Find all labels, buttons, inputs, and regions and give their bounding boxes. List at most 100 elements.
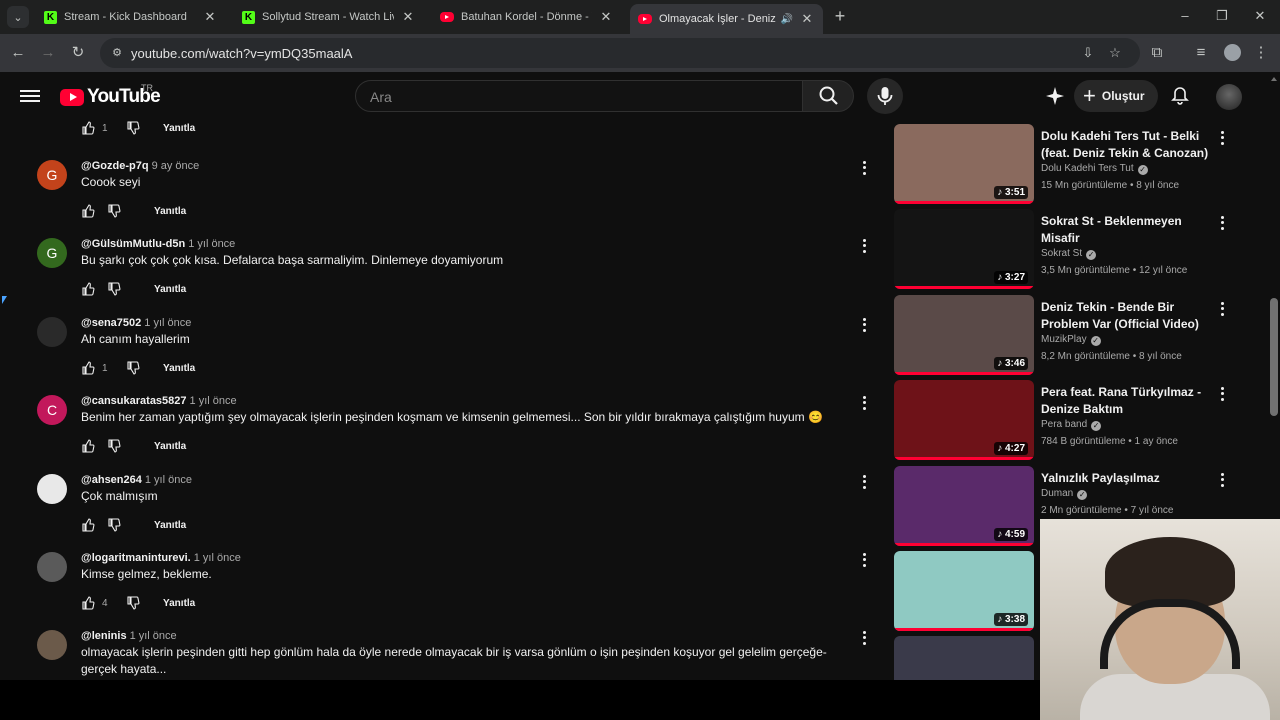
dislike-icon[interactable] xyxy=(126,121,140,135)
video-more-icon[interactable] xyxy=(1216,386,1228,402)
close-icon[interactable]: ✕ xyxy=(598,9,614,25)
recommended-video[interactable]: ♪ 3:51 Dolu Kadehi Ters Tut - Belki (feat… xyxy=(894,124,1234,204)
commenter-avatar[interactable] xyxy=(37,317,67,347)
video-more-icon[interactable] xyxy=(1216,215,1228,231)
like-icon[interactable] xyxy=(81,596,95,610)
video-title[interactable]: Deniz Tekin - Bende Bir Problem Var (Off… xyxy=(1041,299,1217,333)
reload-icon[interactable]: ↻ xyxy=(67,42,89,64)
create-button[interactable]: + Oluştur xyxy=(1074,80,1158,112)
tab-youtube-donme[interactable]: Batuhan Kordel - Dönme - YouTube ✕ xyxy=(432,4,622,30)
reply-button[interactable]: Yanıtla xyxy=(163,363,195,374)
install-app-icon[interactable]: ⇩ xyxy=(1080,45,1096,61)
comment-author[interactable]: @Gozde-p7q xyxy=(81,160,149,172)
video-thumbnail[interactable]: ♪ 4:59 xyxy=(894,466,1034,546)
comment-more-icon[interactable] xyxy=(858,474,870,490)
dislike-icon[interactable] xyxy=(107,282,121,296)
close-icon[interactable]: ✕ xyxy=(400,9,416,25)
search-input[interactable] xyxy=(370,87,790,107)
recommended-video[interactable]: ♪ 3:27 Sokrat St - Beklenmeyen Misafir Sok… xyxy=(894,209,1234,289)
like-icon[interactable] xyxy=(81,518,95,532)
video-title[interactable]: Sokrat St - Beklenmeyen Misafir xyxy=(1041,213,1217,247)
comment-time[interactable]: 1 yıl önce xyxy=(194,552,241,564)
commenter-avatar[interactable]: C xyxy=(37,395,67,425)
profile-avatar-icon[interactable] xyxy=(1224,44,1241,61)
like-icon[interactable] xyxy=(81,361,95,375)
channel-name[interactable]: Dolu Kadehi Ters Tut ✓ xyxy=(1041,163,1148,175)
recommended-video[interactable]: ♪ 3:46 Deniz Tekin - Bende Bir Problem Va… xyxy=(894,295,1234,375)
menu-icon[interactable] xyxy=(20,87,40,105)
comment-author[interactable]: @sena7502 xyxy=(81,317,141,329)
dislike-icon[interactable] xyxy=(107,439,121,453)
comment-time[interactable]: 1 yıl önce xyxy=(130,630,177,642)
tab-kick-dashboard[interactable]: K Stream - Kick Dashboard ✕ xyxy=(36,4,226,30)
scroll-up-arrow-icon[interactable] xyxy=(1271,77,1277,81)
video-thumbnail[interactable]: ♪ 3:27 xyxy=(894,209,1034,289)
comment-author[interactable]: @ahsen264 xyxy=(81,474,142,486)
video-thumbnail[interactable]: ♪ 3:51 xyxy=(894,124,1034,204)
notifications-bell-icon[interactable] xyxy=(1170,86,1190,106)
reply-button[interactable]: Yanıtla xyxy=(154,441,186,452)
video-more-icon[interactable] xyxy=(1216,130,1228,146)
close-icon[interactable]: ✕ xyxy=(799,11,815,27)
video-title[interactable]: Yalnızlık Paylaşılmaz xyxy=(1041,470,1217,487)
speaker-icon[interactable]: 🔊 xyxy=(781,14,793,25)
video-more-icon[interactable] xyxy=(1216,472,1228,488)
video-thumbnail[interactable]: ♪ 4:27 xyxy=(894,380,1034,460)
comment-author[interactable]: @logaritmaninturevi. xyxy=(81,552,191,564)
comment-more-icon[interactable] xyxy=(858,160,870,176)
channel-name[interactable]: Pera band ✓ xyxy=(1041,419,1102,431)
dislike-icon[interactable] xyxy=(126,596,140,610)
minimize-icon[interactable]: – xyxy=(1175,6,1195,26)
recommended-video[interactable]: ♪ 4:27 Pera feat. Rana Türkyılmaz - Deniz… xyxy=(894,380,1234,460)
dislike-icon[interactable] xyxy=(107,204,121,218)
video-more-icon[interactable] xyxy=(1216,301,1228,317)
dislike-icon[interactable] xyxy=(107,518,121,532)
media-control-icon[interactable]: ≡ xyxy=(1190,42,1212,64)
sparkle-icon[interactable] xyxy=(1045,86,1065,106)
tab-kick-stream[interactable]: K Sollytud Stream - Watch Live on Kick ✕ xyxy=(234,4,424,30)
comment-time[interactable]: 1 yıl önce xyxy=(144,317,191,329)
commenter-avatar[interactable] xyxy=(37,552,67,582)
reply-button[interactable]: Yanıtla xyxy=(154,206,186,217)
video-title[interactable]: Dolu Kadehi Ters Tut - Belki (feat. Deni… xyxy=(1041,128,1217,162)
reply-button[interactable]: Yanıtla xyxy=(163,123,195,134)
new-tab-button[interactable]: + xyxy=(830,6,850,26)
comment-more-icon[interactable] xyxy=(858,317,870,333)
commenter-avatar[interactable] xyxy=(37,474,67,504)
dislike-icon[interactable] xyxy=(126,361,140,375)
like-icon[interactable] xyxy=(81,282,95,296)
forward-arrow-icon[interactable]: → xyxy=(37,42,59,64)
comment-author[interactable]: @leninis xyxy=(81,630,127,642)
restore-icon[interactable]: ❐ xyxy=(1212,6,1232,26)
reply-button[interactable]: Yanıtla xyxy=(163,598,195,609)
like-icon[interactable] xyxy=(81,204,95,218)
back-arrow-icon[interactable]: ← xyxy=(7,42,29,64)
channel-name[interactable]: Sokrat St ✓ xyxy=(1041,248,1097,260)
comment-more-icon[interactable] xyxy=(858,630,870,646)
comment-author[interactable]: @cansukaratas5827 xyxy=(81,395,187,407)
video-thumbnail[interactable] xyxy=(894,636,1034,680)
tab-search-button[interactable]: ⌄ xyxy=(7,6,29,28)
search-button[interactable] xyxy=(802,80,854,112)
site-info-icon[interactable]: ⚙ xyxy=(110,46,124,60)
video-thumbnail[interactable]: ♪ 3:38 xyxy=(894,551,1034,631)
bookmark-star-icon[interactable]: ☆ xyxy=(1107,45,1123,61)
url-text[interactable]: youtube.com/watch?v=ymDQ35maalA xyxy=(131,46,352,61)
address-bar[interactable]: ⚙ youtube.com/watch?v=ymDQ35maalA ⇩ ☆ xyxy=(100,38,1140,68)
like-icon[interactable] xyxy=(81,439,95,453)
like-icon[interactable] xyxy=(81,121,95,135)
comment-more-icon[interactable] xyxy=(858,552,870,568)
reply-button[interactable]: Yanıtla xyxy=(154,520,186,531)
commenter-avatar[interactable]: G xyxy=(37,238,67,268)
commenter-avatar[interactable] xyxy=(37,630,67,660)
account-avatar[interactable] xyxy=(1216,84,1242,110)
scrollbar-thumb[interactable] xyxy=(1270,298,1278,416)
comment-time[interactable]: 1 yıl önce xyxy=(190,395,237,407)
channel-name[interactable]: Duman ✓ xyxy=(1041,488,1088,500)
comment-author[interactable]: @GülsümMutlu-d5n xyxy=(81,238,185,250)
comment-time[interactable]: 9 ay önce xyxy=(152,160,200,172)
comment-more-icon[interactable] xyxy=(858,238,870,254)
close-icon[interactable]: ✕ xyxy=(202,9,218,25)
commenter-avatar[interactable]: G xyxy=(37,160,67,190)
comment-time[interactable]: 1 yıl önce xyxy=(188,238,235,250)
